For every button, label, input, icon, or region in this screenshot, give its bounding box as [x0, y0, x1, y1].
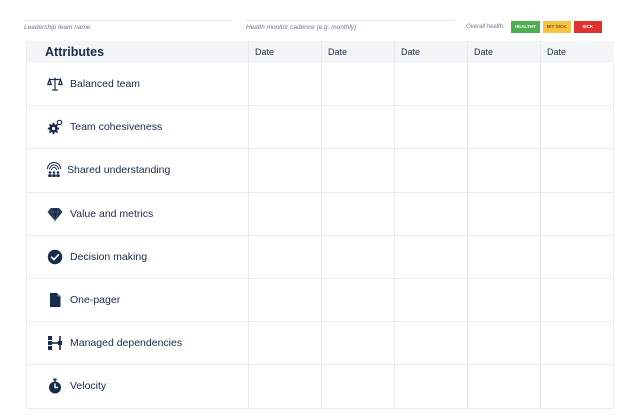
attribute-cell: Shared understanding: [27, 149, 248, 191]
date-cell[interactable]: [321, 235, 394, 278]
date-cell[interactable]: [394, 322, 467, 365]
attribute-label: Velocity: [70, 380, 107, 393]
date-cell[interactable]: [321, 365, 394, 408]
date-cell[interactable]: [467, 322, 540, 365]
dependencies-icon: [46, 335, 63, 352]
attributes-column-header: Attributes: [45, 45, 105, 59]
attribute-cell: One-pager: [27, 279, 248, 321]
table-row: Managed dependencies: [27, 322, 614, 366]
date-column-header[interactable]: Date: [467, 41, 540, 63]
date-cell[interactable]: [540, 365, 614, 408]
overall-health-label: Overall health:: [466, 24, 505, 30]
table-row: Team cohesiveness: [27, 106, 614, 150]
diamond-icon: [46, 205, 63, 222]
date-cell[interactable]: [467, 63, 540, 106]
attribute-cell: Team cohesiveness: [27, 106, 248, 148]
date-cell[interactable]: [248, 63, 321, 106]
cadence-field[interactable]: Health monitor cadence (e.g. monthly): [246, 14, 454, 36]
date-cell[interactable]: [467, 106, 540, 149]
table-row: Value and metrics: [27, 192, 614, 236]
health-monitor-table: Attributes Date Date Date Date Date Bala…: [26, 41, 614, 409]
bit-sick-badge[interactable]: BIT SICK: [542, 21, 571, 33]
date-cell[interactable]: [467, 278, 540, 322]
table-row: Shared understanding: [27, 149, 614, 193]
date-cell[interactable]: [248, 149, 321, 192]
date-cell[interactable]: [394, 63, 467, 106]
date-cell[interactable]: [248, 192, 321, 235]
date-cell[interactable]: [321, 63, 394, 106]
date-cell[interactable]: [467, 192, 540, 235]
header-bar: Leadership team name Health monitor cade…: [0, 0, 640, 38]
shared-understanding-icon: [45, 162, 62, 179]
date-cell[interactable]: [321, 322, 394, 365]
date-cell[interactable]: [321, 149, 394, 192]
attribute-label: Value and metrics: [70, 207, 154, 220]
team-name-placeholder: Leadership team name: [24, 24, 91, 31]
date-cell[interactable]: [540, 106, 614, 149]
table-header-row: Attributes Date Date Date Date Date: [27, 41, 614, 63]
date-column-header[interactable]: Date: [394, 41, 467, 63]
overall-health: Overall health: HEALTHY BIT SICK SICK: [466, 20, 602, 34]
date-cell[interactable]: [540, 149, 614, 192]
date-cell[interactable]: [540, 63, 614, 106]
date-cell[interactable]: [248, 106, 321, 149]
attribute-cell: Managed dependencies: [27, 322, 248, 364]
date-cell[interactable]: [467, 365, 540, 408]
date-cell[interactable]: [248, 278, 321, 322]
date-cell[interactable]: [394, 235, 467, 278]
table-row: One-pager: [27, 278, 614, 323]
date-cell[interactable]: [248, 322, 321, 365]
attribute-cell: Balanced team: [27, 63, 248, 105]
gears-icon: [46, 119, 63, 136]
date-cell[interactable]: [394, 192, 467, 235]
date-column-header[interactable]: Date: [540, 41, 614, 63]
healthy-badge[interactable]: HEALTHY: [510, 21, 540, 33]
attribute-label: Balanced team: [70, 78, 141, 91]
attribute-cell: Value and metrics: [27, 193, 248, 235]
date-cell[interactable]: [394, 278, 467, 322]
date-cell[interactable]: [540, 192, 614, 235]
table-row: Velocity: [27, 365, 614, 409]
sick-badge[interactable]: SICK: [573, 21, 602, 33]
date-column-header[interactable]: Date: [248, 41, 321, 63]
team-name-field[interactable]: Leadership team name: [24, 14, 232, 36]
date-cell[interactable]: [467, 235, 540, 278]
attribute-label: One-pager: [70, 294, 121, 307]
attribute-cell: Decision making: [27, 236, 248, 278]
table-row: Balanced team: [27, 63, 614, 107]
date-cell[interactable]: [394, 106, 467, 149]
attribute-label: Team cohesiveness: [70, 121, 163, 134]
table-row: Decision making: [27, 235, 614, 279]
field-underline: [246, 20, 454, 21]
attribute-label: Decision making: [70, 250, 148, 263]
date-cell[interactable]: [467, 149, 540, 192]
date-cell[interactable]: [248, 235, 321, 278]
date-cell[interactable]: [540, 235, 614, 278]
date-column-header[interactable]: Date: [321, 41, 394, 63]
attribute-cell: Velocity: [27, 365, 248, 407]
document-icon: [46, 292, 63, 309]
attribute-label: Managed dependencies: [70, 337, 183, 350]
scales-icon: [46, 76, 63, 93]
field-underline: [24, 20, 232, 21]
date-cell[interactable]: [540, 322, 614, 365]
stopwatch-icon: [46, 378, 63, 395]
date-cell[interactable]: [321, 192, 394, 235]
date-cell[interactable]: [540, 278, 614, 322]
cadence-placeholder: Health monitor cadence (e.g. monthly): [246, 24, 357, 31]
date-cell[interactable]: [248, 365, 321, 408]
date-cell[interactable]: [394, 365, 467, 408]
date-cell[interactable]: [394, 149, 467, 192]
checkmark-circle-icon: [46, 248, 63, 265]
date-cell[interactable]: [321, 106, 394, 149]
attribute-label: Shared understanding: [67, 164, 171, 177]
date-cell[interactable]: [321, 278, 394, 322]
